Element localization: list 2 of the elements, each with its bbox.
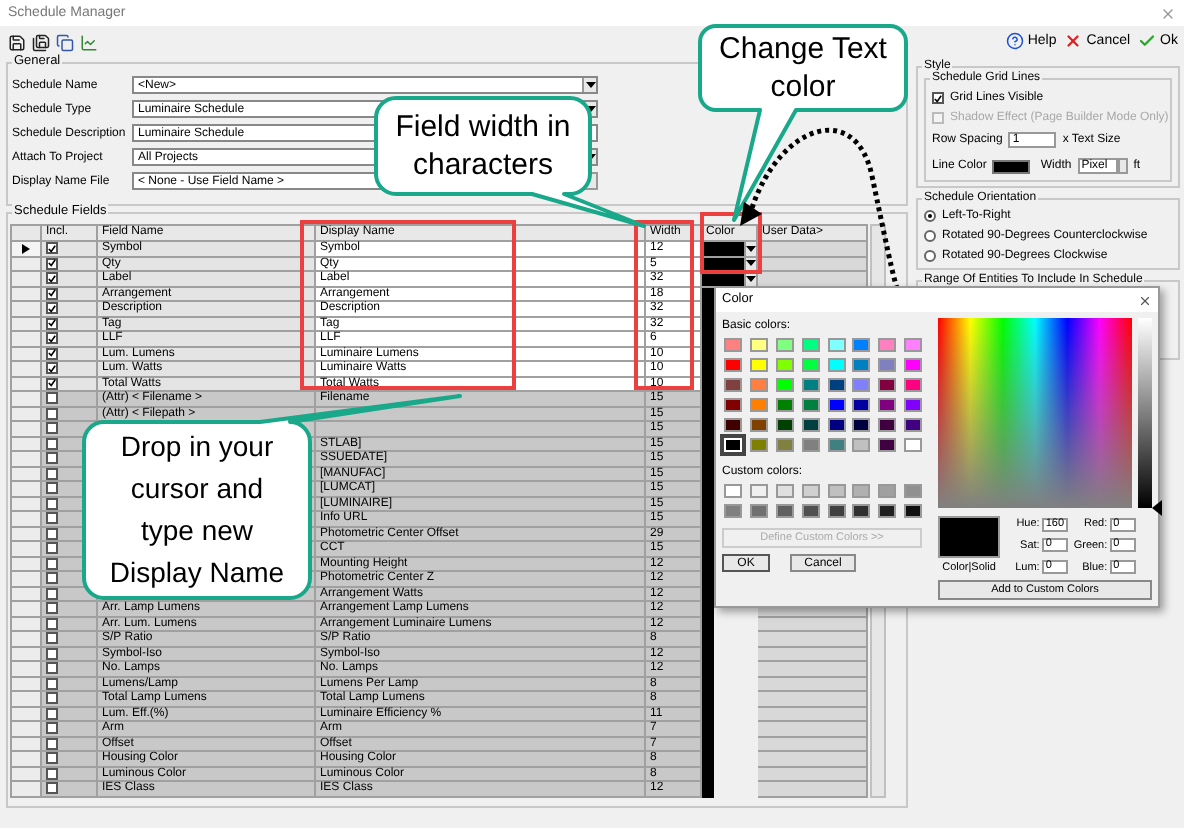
callout-tooltip-text: Change Text color: [718, 30, 888, 106]
callout-tooltip-text: Drop in your cursor and type new Display Name: [107, 428, 287, 592]
